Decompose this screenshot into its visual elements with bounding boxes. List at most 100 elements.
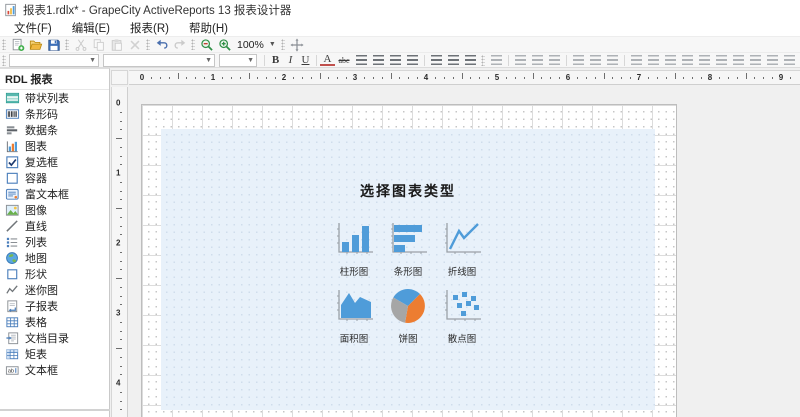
pie-chart-icon — [386, 287, 430, 330]
chart-type-bar-chart[interactable]: 条形图 — [383, 220, 433, 278]
toolbox-item-image[interactable]: 图像 — [0, 202, 109, 218]
align-text-top-icon[interactable] — [515, 55, 526, 65]
make-same-height-icon[interactable] — [750, 55, 761, 65]
chart-type-pie-chart[interactable]: 饼图 — [383, 287, 433, 345]
toolbox-item-rich-textbox[interactable]: 富文本框 — [0, 186, 109, 202]
send-to-back-icon[interactable] — [590, 55, 601, 65]
toolbox-item-textbox[interactable]: ab文本框 — [0, 362, 109, 378]
z-order-icon[interactable] — [491, 55, 502, 65]
toolbox-item-data-bar[interactable]: 数据条 — [0, 122, 109, 138]
align-right-icon[interactable] — [390, 55, 401, 65]
toolbox-item-shape[interactable]: 形状 — [0, 266, 109, 282]
toolbar-grip[interactable] — [481, 55, 485, 66]
align-lefts-icon[interactable] — [631, 55, 642, 65]
toolbox-item-subreport[interactable]: 子报表 — [0, 298, 109, 314]
toolbox-item-checkbox[interactable]: 复选框 — [0, 154, 109, 170]
toolbar-grip[interactable] — [2, 55, 6, 66]
toolbox-header: RDL 报表 — [0, 69, 109, 90]
align-justify-icon[interactable] — [407, 55, 418, 65]
toolbox-item-barcode[interactable]: 条形码 — [0, 106, 109, 122]
group-controls-icon[interactable] — [607, 55, 618, 65]
align-bottoms-icon[interactable] — [716, 55, 727, 65]
toolbox-item-label: 列表 — [25, 234, 47, 250]
toolbox-item-label: 图像 — [25, 202, 47, 218]
zoom-in-icon[interactable] — [216, 37, 234, 52]
toolbox-item-chart[interactable]: 图表 — [0, 138, 109, 154]
toolbox-item-table[interactable]: 表格 — [0, 314, 109, 330]
toolbox-item-label: 复选框 — [25, 154, 58, 170]
paste-icon[interactable] — [108, 37, 126, 52]
open-file-icon[interactable] — [27, 37, 45, 52]
align-tops-icon[interactable] — [682, 55, 693, 65]
font-color-button[interactable]: A — [320, 54, 335, 66]
menu-item-2[interactable]: 报表(R) — [120, 19, 179, 37]
delete-icon[interactable] — [126, 37, 144, 52]
chart-type-area-chart[interactable]: 面积图 — [329, 287, 379, 345]
toolbox-item-label: 数据条 — [25, 122, 58, 138]
toolbar-grip[interactable] — [65, 39, 69, 50]
barcode-icon — [5, 107, 20, 122]
align-centers-icon[interactable] — [648, 55, 659, 65]
save-icon[interactable] — [45, 37, 63, 52]
toolbox-item-label: 富文本框 — [25, 186, 69, 202]
design-page[interactable]: 选择图表类型 柱形图条形图折线图 面积图饼图散点图 — [141, 104, 677, 417]
toolbox-item-list[interactable]: 列表 — [0, 234, 109, 250]
menu-item-0[interactable]: 文件(F) — [4, 19, 62, 37]
indent-increase-icon[interactable] — [448, 55, 459, 65]
underline-button[interactable]: U — [298, 53, 313, 67]
toolbox-item-label: 条形码 — [25, 106, 58, 122]
toolbar-grip[interactable] — [2, 39, 6, 50]
align-text-bottom-icon[interactable] — [549, 55, 560, 65]
pan-icon[interactable] — [288, 37, 306, 52]
font-family-combo[interactable]: ▼ — [9, 54, 99, 67]
redo-icon[interactable] — [171, 37, 189, 52]
align-center-icon[interactable] — [373, 55, 384, 65]
chart-type-panel: 选择图表类型 柱形图条形图折线图 面积图饼图散点图 — [161, 129, 655, 410]
chart-type-label: 面积图 — [340, 331, 369, 345]
menu-item-3[interactable]: 帮助(H) — [179, 19, 238, 37]
toolbar-grip[interactable] — [146, 39, 150, 50]
bold-button[interactable]: B — [268, 53, 283, 67]
make-same-width-icon[interactable] — [733, 55, 744, 65]
copy-icon[interactable] — [90, 37, 108, 52]
align-rights-icon[interactable] — [665, 55, 676, 65]
sidebar-splitter[interactable] — [0, 409, 110, 411]
font-size-combo[interactable]: ▼ — [103, 54, 215, 67]
toolbox-item-banded-list[interactable]: 带状列表 — [0, 90, 109, 106]
scatter-chart-icon — [440, 287, 484, 330]
chart-type-column-chart[interactable]: 柱形图 — [329, 220, 379, 278]
toolbar-grip[interactable] — [191, 39, 195, 50]
chart-type-line-chart[interactable]: 折线图 — [437, 220, 487, 278]
font-style-combo[interactable]: ▼ — [219, 54, 257, 67]
horizontal-spacing-icon[interactable] — [784, 55, 795, 65]
new-report-icon[interactable] — [9, 37, 27, 52]
data-bar-icon — [5, 123, 20, 138]
toolbar-separator — [624, 55, 625, 66]
cut-icon[interactable] — [72, 37, 90, 52]
toolbox-item-container[interactable]: 容器 — [0, 170, 109, 186]
align-middles-icon[interactable] — [699, 55, 710, 65]
chart-type-scatter-chart[interactable]: 散点图 — [437, 287, 487, 345]
zoom-out-icon[interactable] — [198, 37, 216, 52]
make-same-size-icon[interactable] — [767, 55, 778, 65]
undo-icon[interactable] — [153, 37, 171, 52]
toolbox-item-label: 形状 — [25, 266, 47, 282]
menu-item-1[interactable]: 编辑(E) — [62, 19, 120, 37]
strikethrough-button[interactable]: abc — [335, 53, 353, 67]
align-text-middle-icon[interactable] — [532, 55, 543, 65]
bring-to-front-icon[interactable] — [573, 55, 584, 65]
toolbox-item-sparkline[interactable]: 迷你图 — [0, 282, 109, 298]
bullet-list-icon[interactable] — [431, 55, 442, 65]
italic-button[interactable]: I — [283, 53, 298, 67]
zoom-level-combo[interactable]: 100%▼ — [234, 38, 279, 51]
formatting-toolbar: ▼ ▼ ▼ BIUAabc — [0, 53, 800, 68]
toolbox-item-toc[interactable]: 文档目录 — [0, 330, 109, 346]
list-icon — [5, 235, 20, 250]
indent-decrease-icon[interactable] — [465, 55, 476, 65]
align-left-icon[interactable] — [356, 55, 367, 65]
line-icon — [5, 219, 20, 234]
toolbar-grip[interactable] — [281, 39, 285, 50]
toolbox-item-tablix[interactable]: 矩表 — [0, 346, 109, 362]
toolbox-item-map[interactable]: 地图 — [0, 250, 109, 266]
toolbox-item-line[interactable]: 直线 — [0, 218, 109, 234]
